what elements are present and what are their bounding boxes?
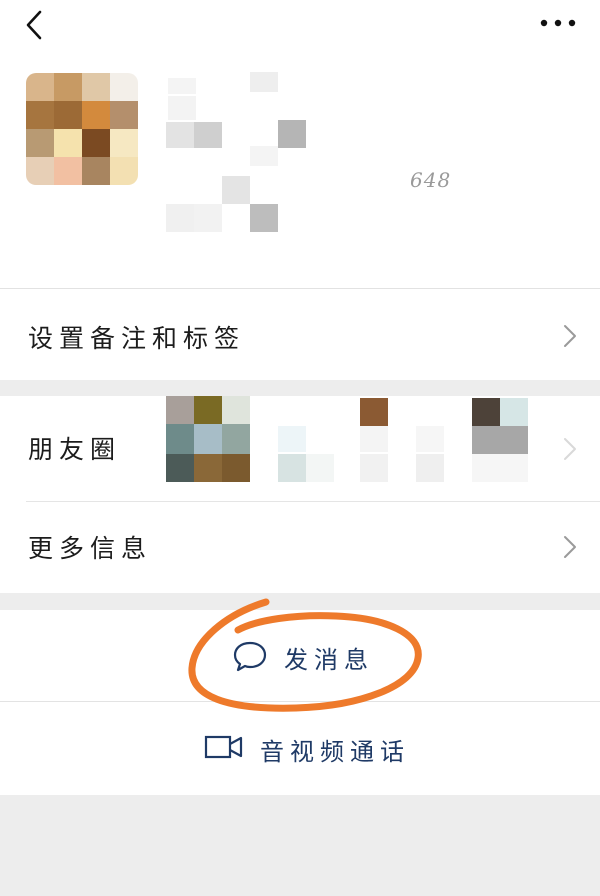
more-dots-icon[interactable] bbox=[538, 12, 578, 34]
video-camera-icon bbox=[204, 735, 243, 759]
chevron-left-icon[interactable] bbox=[18, 8, 52, 42]
more-info-label: 更多信息 bbox=[28, 534, 153, 563]
more-info-row[interactable]: 更多信息 bbox=[0, 502, 600, 593]
moments-section: 朋友圈 更多信息 bbox=[0, 396, 600, 593]
moments-label: 朋友圈 bbox=[28, 435, 122, 464]
avatar[interactable] bbox=[26, 73, 138, 185]
actions-section: 发消息 音视频通话 bbox=[0, 610, 600, 795]
profile-id-suffix: 648 bbox=[410, 168, 452, 192]
send-message-label: 发消息 bbox=[284, 646, 374, 674]
set-remark-label: 设置备注和标签 bbox=[28, 324, 246, 353]
set-remark-row[interactable]: 设置备注和标签 bbox=[0, 288, 600, 380]
video-call-button[interactable]: 音视频通话 bbox=[0, 702, 600, 795]
chevron-right-icon bbox=[564, 536, 576, 558]
profile-header: 648 bbox=[0, 0, 600, 288]
chevron-right-icon bbox=[564, 325, 576, 347]
moments-row[interactable]: 朋友圈 bbox=[0, 396, 600, 501]
chevron-right-icon bbox=[564, 438, 576, 460]
chat-bubble-icon bbox=[233, 641, 267, 672]
video-call-label: 音视频通话 bbox=[260, 738, 410, 766]
send-message-button[interactable]: 发消息 bbox=[0, 610, 600, 701]
